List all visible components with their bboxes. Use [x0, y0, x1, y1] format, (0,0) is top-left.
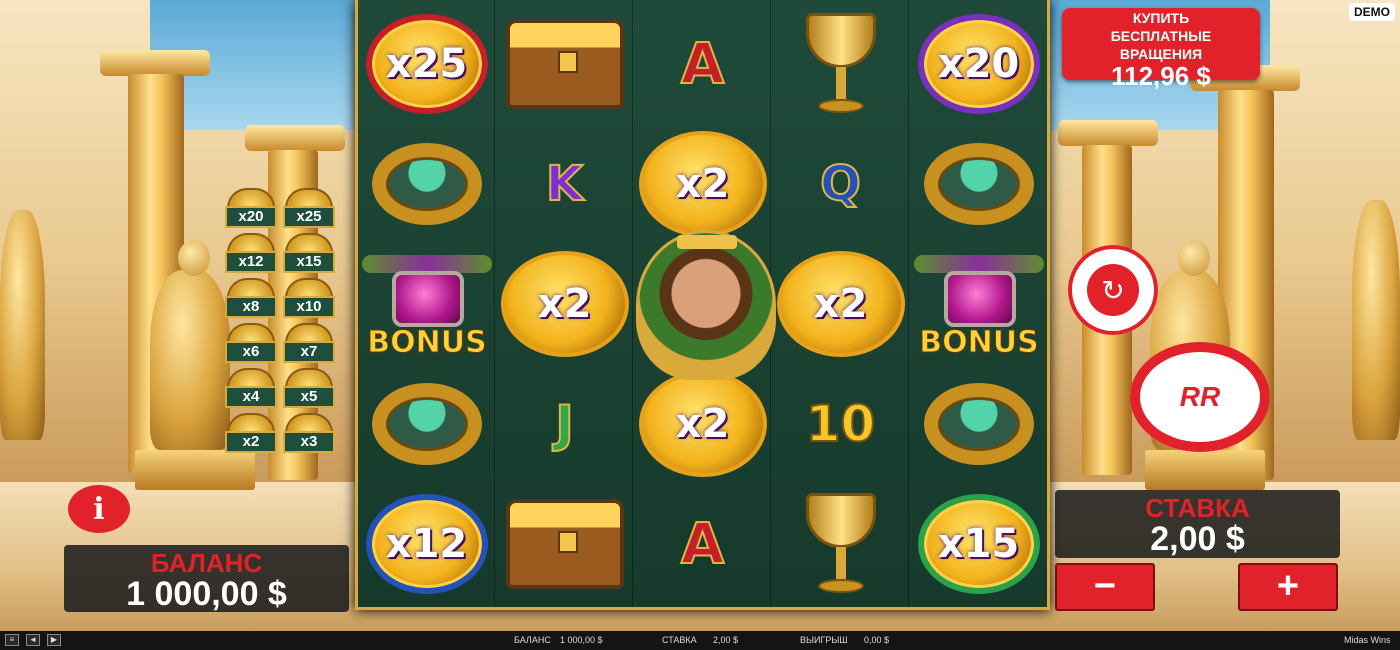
decrease-bet-button[interactable]: −: [1055, 563, 1155, 611]
bonus-symbol: BONUS: [914, 245, 1044, 363]
ladder-label: x7: [283, 341, 335, 363]
ring-symbol: [914, 125, 1043, 243]
status-bar: ≡ ◄ ▶ БАЛАНС 1 000,00 $ СТАВКА 2,00 $ ВЫ…: [0, 631, 1400, 650]
ladder-cell: x5: [283, 368, 335, 408]
ladder-label: x8: [225, 296, 277, 318]
multiplier-coin: x2: [638, 365, 767, 483]
letter-a-symbol: A: [680, 511, 725, 578]
ladder-cell: x10: [283, 278, 335, 318]
autoplay-button[interactable]: ↻: [1068, 245, 1158, 335]
spin-logo-icon: RR: [1179, 381, 1221, 412]
midas-wild-symbol: [636, 230, 776, 380]
statue-head: [178, 240, 210, 276]
pillar-capital: [100, 50, 210, 76]
status-balance-value: 1 000,00 $: [560, 635, 603, 645]
ladder-label: x6: [225, 341, 277, 363]
buy-line-1: КУПИТЬ: [1132, 10, 1190, 26]
multiplier-coin: x25: [362, 5, 491, 123]
ten-symbol: 10: [805, 394, 877, 454]
status-bet-label: СТАВКА: [662, 635, 697, 645]
pillar-capital: [1058, 120, 1158, 146]
goblet-symbol: [776, 485, 905, 603]
bet-panel: СТАВКА 2,00 $: [1055, 490, 1340, 558]
status-win-value: 0,00 $: [864, 635, 890, 645]
multiplier-coin: x2: [638, 125, 767, 243]
ladder-label: x5: [283, 386, 335, 408]
ladder-cell: x2: [225, 413, 277, 453]
multiplier-coin: x15: [914, 485, 1043, 603]
status-bet-value: 2,00 $: [713, 635, 739, 645]
ladder-label: x2: [225, 431, 277, 453]
crown-icon: [677, 235, 737, 249]
golden-statue: [150, 270, 230, 450]
letter-a-symbol: A: [680, 31, 725, 98]
ladder-cell: x6: [225, 323, 277, 363]
golden-statue: [1352, 200, 1400, 440]
ladder-cell: x3: [283, 413, 335, 453]
statue-plinth: [1145, 450, 1265, 490]
ladder-cell: x15: [283, 233, 335, 273]
status-win-label: ВЫИГРЫШ: [800, 635, 848, 645]
ring-symbol: [362, 125, 491, 243]
ladder-label: x10: [283, 296, 335, 318]
ladder-cell: x12: [225, 233, 277, 273]
buy-line-3: ВРАЩЕНИЯ: [1119, 46, 1203, 62]
ladder-label: x12: [225, 251, 277, 273]
status-balance-label: БАЛАНС: [514, 635, 551, 645]
ladder-cell: x8: [225, 278, 277, 318]
demo-badge: DEMO: [1349, 3, 1395, 21]
ladder-label: x3: [283, 431, 335, 453]
reel-2: K x2 J: [496, 0, 633, 607]
reel-4: Q x2 10: [772, 0, 909, 607]
bet-label: СТАВКА: [1145, 493, 1250, 523]
ring-symbol: [362, 365, 491, 483]
statue-plinth: [135, 450, 255, 490]
bonus-label: BONUS: [367, 325, 487, 361]
play-icon[interactable]: ▶: [47, 634, 61, 646]
golden-statue: [0, 210, 45, 440]
letter-q-symbol: Q: [819, 155, 862, 213]
multiplier-coin: x12: [362, 485, 491, 603]
status-game-name: Midas Wins: [1344, 635, 1391, 645]
multiplier-coin: x2: [776, 245, 905, 363]
buy-line-2: БЕСПЛАТНЫЕ: [1110, 28, 1212, 44]
reel-5: x20 BONUS x15: [910, 0, 1047, 607]
balance-value: 1 000,00 $: [126, 575, 287, 613]
balance-label: БАЛАНС: [150, 548, 263, 578]
info-button[interactable]: i: [68, 485, 130, 533]
ladder-cell: x4: [225, 368, 277, 408]
treasure-chest-symbol: [500, 5, 629, 123]
ladder-label: x25: [283, 206, 335, 228]
multiplier-coin: x20: [914, 5, 1043, 123]
menu-icon[interactable]: ≡: [5, 634, 19, 646]
ring-symbol: [914, 365, 1043, 483]
letter-k-symbol: K: [545, 155, 584, 213]
ladder-label: x20: [225, 206, 277, 228]
reel-1: x25 BONUS x12: [358, 0, 495, 607]
buy-free-spins-button[interactable]: КУПИТЬ БЕСПЛАТНЫЕ ВРАЩЕНИЯ 112,96 $: [1062, 8, 1260, 90]
bet-value: 2,00 $: [1150, 520, 1245, 558]
ladder-cell: x25: [283, 188, 335, 228]
bonus-symbol: BONUS: [362, 245, 492, 363]
ladder-label: x15: [283, 251, 335, 273]
balance-panel: БАЛАНС 1 000,00 $: [64, 545, 349, 612]
ladder-label: x4: [225, 386, 277, 408]
autoplay-icon: ↻: [1087, 264, 1139, 316]
statue-head: [1178, 240, 1210, 276]
goblet-symbol: [776, 5, 905, 123]
reel-grid: x25 BONUS x12 K x2 J A x2 x2 A Q x2 10 x…: [355, 0, 1050, 610]
info-icon: i: [93, 491, 105, 527]
ladder-cell: x7: [283, 323, 335, 363]
buy-price: 112,96 $: [1111, 61, 1211, 91]
pillar-capital: [245, 125, 345, 151]
ladder-cell: x20: [225, 188, 277, 228]
spin-button[interactable]: RR: [1130, 342, 1270, 452]
game-stage: x20 x25 x12 x15 x8 x10 x6 x7 x4 x5 x2 x3…: [0, 0, 1400, 650]
letter-j-symbol: J: [554, 394, 575, 454]
bonus-label: BONUS: [919, 325, 1039, 361]
multiplier-coin: x2: [500, 245, 629, 363]
treasure-chest-symbol: [500, 485, 629, 603]
sound-icon[interactable]: ◄: [26, 634, 40, 646]
increase-bet-button[interactable]: +: [1238, 563, 1338, 611]
